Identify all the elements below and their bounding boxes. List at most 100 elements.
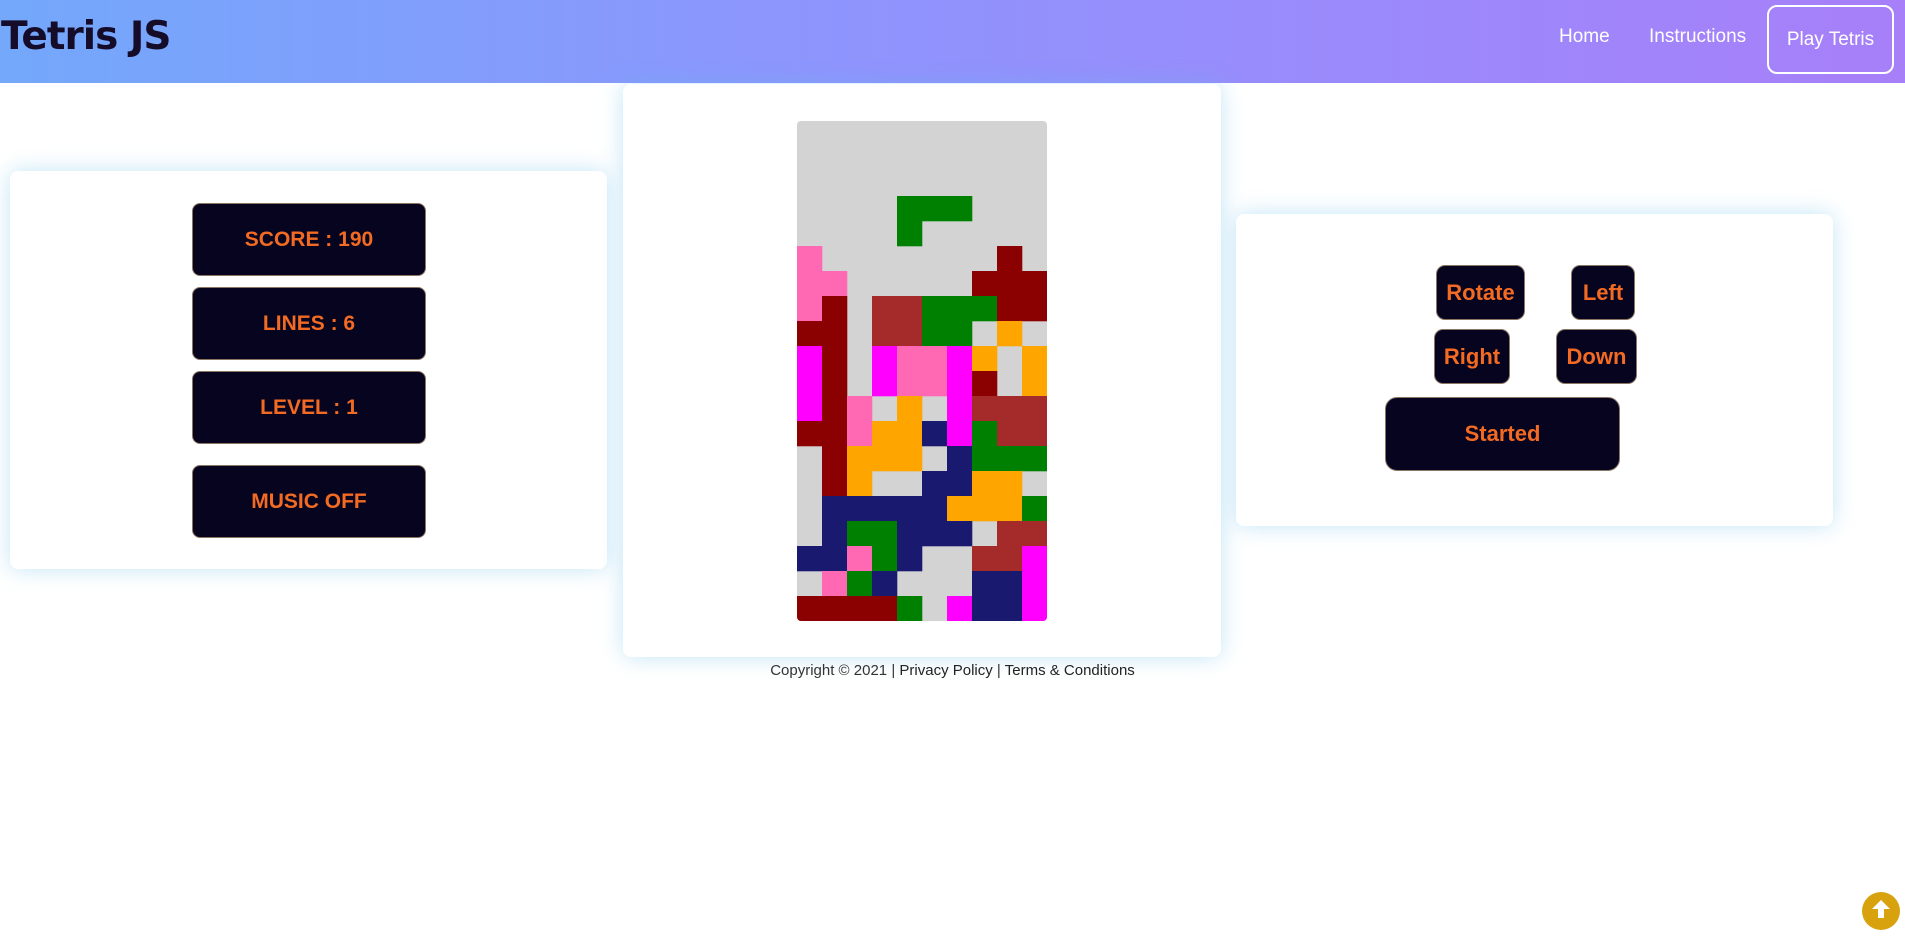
tetromino-block: [897, 221, 923, 247]
tetromino-block: [797, 346, 823, 372]
tetromino-block: [797, 296, 823, 322]
tetromino-block: [1022, 396, 1047, 422]
tetromino-block: [897, 296, 923, 322]
footer: Copyright © 2021 | Privacy Policy | Term…: [0, 662, 1905, 679]
tetromino-block: [822, 521, 848, 547]
tetromino-block: [1022, 346, 1047, 372]
tetromino-block: [847, 521, 873, 547]
tetromino-block: [997, 496, 1023, 522]
navbar: Tetris JS Home Instructions Play Tetris: [0, 0, 1905, 83]
tetromino-block: [972, 571, 998, 597]
score-display: SCORE : 190: [192, 203, 426, 276]
tetromino-block: [922, 496, 948, 522]
tetromino-block: [797, 271, 823, 297]
tetromino-block: [822, 296, 848, 322]
tetromino-block: [822, 496, 848, 522]
tetromino-block: [872, 546, 898, 572]
tetromino-block: [947, 596, 973, 621]
terms-conditions-link[interactable]: Terms & Conditions: [1005, 662, 1135, 679]
tetromino-block: [947, 521, 973, 547]
controls-panel: Rotate Left Right Down Started: [1236, 214, 1833, 526]
tetromino-block: [997, 296, 1023, 322]
tetromino-block: [797, 371, 823, 397]
tetromino-block: [922, 521, 948, 547]
music-toggle-button[interactable]: MUSIC OFF: [192, 465, 426, 538]
tetromino-block: [872, 496, 898, 522]
tetromino-block: [822, 371, 848, 397]
tetromino-block: [897, 446, 923, 472]
scroll-top-button[interactable]: [1862, 892, 1900, 930]
tetromino-block: [972, 546, 998, 572]
tetromino-block: [947, 471, 973, 497]
tetromino-block: [922, 296, 948, 322]
tetromino-block: [847, 471, 873, 497]
tetromino-block: [972, 471, 998, 497]
tetromino-block: [872, 371, 898, 397]
tetromino-block: [972, 496, 998, 522]
tetromino-block: [997, 271, 1023, 297]
tetromino-block: [1022, 596, 1047, 621]
arrow-up-icon: [1869, 897, 1893, 926]
tetromino-block: [1022, 496, 1047, 522]
left-button[interactable]: Left: [1571, 265, 1635, 320]
tetromino-block: [947, 371, 973, 397]
nav-play-tetris-button[interactable]: Play Tetris: [1767, 5, 1894, 74]
tetromino-block: [1022, 371, 1047, 397]
tetromino-block: [822, 571, 848, 597]
tetromino-block: [872, 596, 898, 621]
tetromino-block: [997, 246, 1023, 272]
privacy-policy-link[interactable]: Privacy Policy: [899, 662, 992, 679]
tetromino-block: [872, 296, 898, 322]
start-button[interactable]: Started: [1385, 397, 1620, 471]
tetromino-block: [972, 371, 998, 397]
tetromino-block: [997, 521, 1023, 547]
tetromino-block: [897, 421, 923, 447]
tetromino-block: [997, 571, 1023, 597]
tetromino-block: [947, 446, 973, 472]
tetromino-block: [947, 496, 973, 522]
tetromino-block: [922, 371, 948, 397]
tetromino-block: [972, 446, 998, 472]
tetromino-block: [997, 421, 1023, 447]
tetromino-block: [822, 271, 848, 297]
tetromino-block: [872, 421, 898, 447]
rotate-button[interactable]: Rotate: [1436, 265, 1525, 320]
tetromino-block: [847, 546, 873, 572]
tetromino-block: [997, 596, 1023, 621]
tetromino-block: [797, 246, 823, 272]
down-button[interactable]: Down: [1556, 329, 1637, 384]
tetromino-block: [972, 396, 998, 422]
stats-panel: SCORE : 190 LINES : 6 LEVEL : 1 MUSIC OF…: [10, 171, 607, 569]
tetromino-block: [922, 346, 948, 372]
game-board[interactable]: [797, 121, 1047, 621]
tetromino-block: [897, 496, 923, 522]
tetromino-block: [822, 471, 848, 497]
tetromino-block: [797, 396, 823, 422]
right-button[interactable]: Right: [1434, 329, 1510, 384]
tetromino-block: [872, 521, 898, 547]
tetromino-block: [822, 396, 848, 422]
tetromino-block: [922, 471, 948, 497]
tetromino-block: [997, 396, 1023, 422]
nav-instructions-link[interactable]: Instructions: [1649, 26, 1746, 48]
tetromino-block: [847, 446, 873, 472]
tetromino-block: [1022, 571, 1047, 597]
tetromino-block: [897, 196, 923, 222]
tetromino-block: [997, 446, 1023, 472]
tetromino-block: [947, 346, 973, 372]
brand-logo[interactable]: Tetris JS: [1, 14, 172, 59]
tetromino-block: [897, 396, 923, 422]
tetromino-block: [847, 496, 873, 522]
tetromino-block: [822, 446, 848, 472]
tetromino-block: [922, 196, 948, 222]
nav-home-link[interactable]: Home: [1559, 26, 1610, 48]
tetromino-block: [997, 546, 1023, 572]
tetromino-block: [822, 596, 848, 621]
tetromino-block: [897, 346, 923, 372]
tetromino-block: [1022, 546, 1047, 572]
tetromino-block: [972, 421, 998, 447]
copyright-text: Copyright © 2021: [770, 662, 888, 679]
tetromino-block: [1022, 521, 1047, 547]
tetromino-block: [897, 321, 923, 347]
tetromino-block: [822, 546, 848, 572]
